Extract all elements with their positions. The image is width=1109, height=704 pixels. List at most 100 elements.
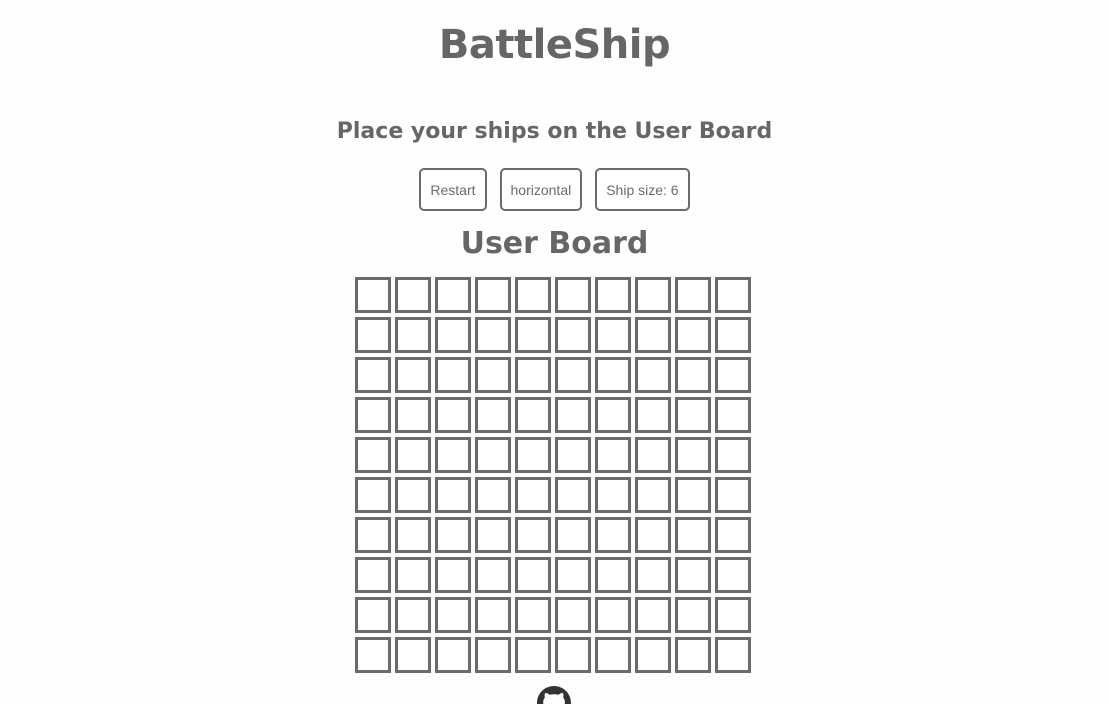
board-cell[interactable]: [515, 397, 551, 433]
board-cell[interactable]: [475, 557, 511, 593]
board-cell[interactable]: [515, 517, 551, 553]
board-cell[interactable]: [435, 437, 471, 473]
board-cell[interactable]: [595, 317, 631, 353]
board-cell[interactable]: [675, 557, 711, 593]
board-cell[interactable]: [355, 557, 391, 593]
ship-size-button[interactable]: Ship size: 6: [595, 168, 690, 211]
board-cell[interactable]: [675, 277, 711, 313]
board-cell[interactable]: [555, 597, 591, 633]
board-cell[interactable]: [395, 597, 431, 633]
board-cell[interactable]: [595, 397, 631, 433]
board-cell[interactable]: [435, 517, 471, 553]
board-cell[interactable]: [475, 437, 511, 473]
board-cell[interactable]: [515, 477, 551, 513]
orientation-toggle-button[interactable]: horizontal: [499, 168, 583, 211]
board-cell[interactable]: [635, 637, 671, 673]
board-cell[interactable]: [715, 437, 751, 473]
board-cell[interactable]: [715, 637, 751, 673]
board-cell[interactable]: [395, 437, 431, 473]
restart-button[interactable]: Restart: [419, 168, 487, 211]
board-cell[interactable]: [475, 517, 511, 553]
board-cell[interactable]: [595, 557, 631, 593]
board-cell[interactable]: [435, 637, 471, 673]
board-cell[interactable]: [515, 437, 551, 473]
board-cell[interactable]: [595, 517, 631, 553]
board-cell[interactable]: [715, 597, 751, 633]
board-cell[interactable]: [435, 597, 471, 633]
board-cell[interactable]: [555, 317, 591, 353]
board-cell[interactable]: [635, 517, 671, 553]
board-cell[interactable]: [395, 397, 431, 433]
board-cell[interactable]: [675, 477, 711, 513]
board-cell[interactable]: [715, 397, 751, 433]
board-cell[interactable]: [675, 637, 711, 673]
board-cell[interactable]: [355, 357, 391, 393]
board-cell[interactable]: [675, 397, 711, 433]
board-cell[interactable]: [675, 357, 711, 393]
board-cell[interactable]: [395, 477, 431, 513]
board-cell[interactable]: [555, 517, 591, 553]
board-cell[interactable]: [435, 277, 471, 313]
board-cell[interactable]: [475, 477, 511, 513]
board-cell[interactable]: [395, 637, 431, 673]
board-cell[interactable]: [395, 357, 431, 393]
board-cell[interactable]: [395, 517, 431, 553]
board-cell[interactable]: [675, 517, 711, 553]
board-cell[interactable]: [355, 637, 391, 673]
board-cell[interactable]: [475, 597, 511, 633]
board-cell[interactable]: [675, 597, 711, 633]
board-cell[interactable]: [355, 397, 391, 433]
board-cell[interactable]: [475, 357, 511, 393]
board-cell[interactable]: [515, 637, 551, 673]
board-cell[interactable]: [555, 557, 591, 593]
board-cell[interactable]: [355, 597, 391, 633]
board-cell[interactable]: [475, 637, 511, 673]
board-cell[interactable]: [395, 277, 431, 313]
board-cell[interactable]: [435, 397, 471, 433]
board-cell[interactable]: [635, 437, 671, 473]
board-cell[interactable]: [355, 477, 391, 513]
board-cell[interactable]: [475, 397, 511, 433]
board-cell[interactable]: [635, 557, 671, 593]
board-cell[interactable]: [395, 317, 431, 353]
board-cell[interactable]: [715, 477, 751, 513]
board-cell[interactable]: [555, 437, 591, 473]
board-cell[interactable]: [355, 437, 391, 473]
board-cell[interactable]: [395, 557, 431, 593]
board-cell[interactable]: [635, 277, 671, 313]
board-cell[interactable]: [555, 477, 591, 513]
board-cell[interactable]: [635, 357, 671, 393]
board-cell[interactable]: [475, 317, 511, 353]
board-cell[interactable]: [635, 597, 671, 633]
board-cell[interactable]: [715, 277, 751, 313]
board-cell[interactable]: [635, 477, 671, 513]
board-cell[interactable]: [595, 357, 631, 393]
board-cell[interactable]: [435, 317, 471, 353]
board-cell[interactable]: [595, 477, 631, 513]
board-cell[interactable]: [555, 397, 591, 433]
board-cell[interactable]: [595, 637, 631, 673]
board-cell[interactable]: [515, 357, 551, 393]
board-cell[interactable]: [715, 557, 751, 593]
board-cell[interactable]: [435, 557, 471, 593]
board-cell[interactable]: [555, 277, 591, 313]
board-cell[interactable]: [355, 277, 391, 313]
board-cell[interactable]: [675, 317, 711, 353]
board-cell[interactable]: [515, 557, 551, 593]
board-cell[interactable]: [595, 277, 631, 313]
board-cell[interactable]: [355, 517, 391, 553]
github-icon[interactable]: [537, 686, 571, 704]
board-cell[interactable]: [515, 597, 551, 633]
board-cell[interactable]: [715, 357, 751, 393]
board-cell[interactable]: [515, 277, 551, 313]
board-cell[interactable]: [595, 437, 631, 473]
board-cell[interactable]: [515, 317, 551, 353]
board-cell[interactable]: [675, 437, 711, 473]
board-cell[interactable]: [715, 517, 751, 553]
board-cell[interactable]: [635, 397, 671, 433]
board-cell[interactable]: [635, 317, 671, 353]
board-cell[interactable]: [595, 597, 631, 633]
board-cell[interactable]: [355, 317, 391, 353]
board-cell[interactable]: [435, 357, 471, 393]
board-cell[interactable]: [555, 637, 591, 673]
